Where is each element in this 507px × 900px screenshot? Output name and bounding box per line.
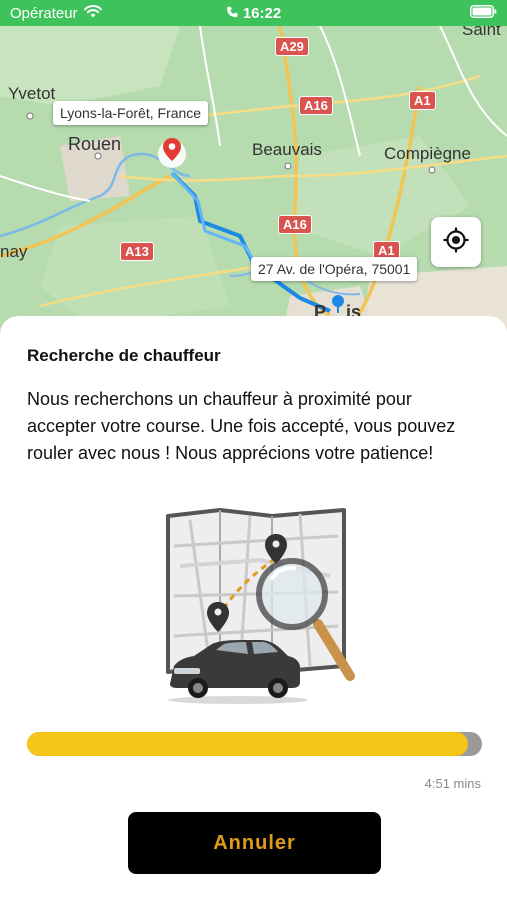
status-bar: Opérateur 16:22 [0,0,507,26]
clock-time: 16:22 [242,4,282,22]
search-message: Nous recherchons un chauffeur à proximit… [27,389,456,463]
map-background [0,26,507,346]
road-sign: A13 [120,242,154,261]
origin-pin-icon[interactable] [157,134,187,179]
wifi-icon [83,4,102,22]
sheet-title: Recherche de chauffeur [27,346,221,365]
my-location-button[interactable] [431,217,481,267]
battery-icon [470,4,497,22]
city-label: Compiègne [384,144,471,163]
countdown-timer: 4:51 mins [424,776,481,791]
city-label: Saint [462,26,501,39]
driver-search-sheet: Recherche de chauffeur Nous recherchons … [0,316,507,900]
status-center: 16:22 [226,5,281,22]
road-sign: A29 [275,37,309,56]
status-left: Opérateur [10,5,102,22]
cancel-button[interactable]: Annuler [128,812,381,874]
city-label: Beauvais [252,140,322,159]
progress-fill [27,732,469,756]
city-label: nay [0,242,28,261]
road-sign: A1 [409,91,436,110]
destination-callout[interactable]: 27 Av. de l'Opéra, 75001 [251,257,418,281]
city-label: Yvetot [8,84,56,103]
crosshair-icon [442,226,470,259]
status-right [470,4,497,22]
carrier-label: Opérateur [10,4,78,22]
map-view[interactable]: Yvetot Rouen Beauvais Compiègne nay Sain… [0,26,507,346]
city-label: Rouen [68,134,122,154]
map-search-car-illustration [160,506,360,711]
road-sign: A16 [278,215,312,234]
phone-icon [226,5,238,22]
search-progress-bar [27,732,482,756]
origin-callout[interactable]: Lyons-la-Forêt, France [53,101,209,125]
road-sign: A16 [299,96,333,115]
